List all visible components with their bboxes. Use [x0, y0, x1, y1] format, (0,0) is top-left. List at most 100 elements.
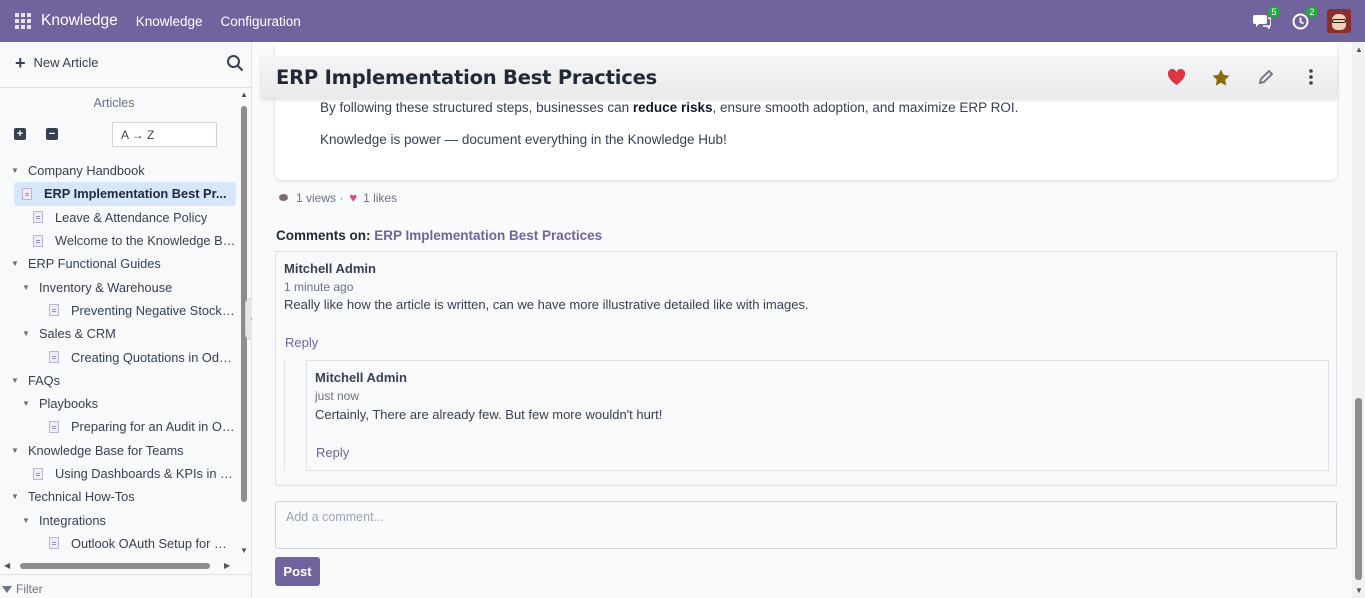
comment-body: Really like how the article is written, …: [284, 297, 809, 312]
new-article-button[interactable]: + New Article: [15, 52, 99, 73]
caret-down-icon[interactable]: ▼: [21, 329, 31, 338]
caret-down-icon[interactable]: ▼: [21, 283, 31, 292]
reply-button[interactable]: Reply: [316, 445, 349, 460]
filter-label: Filter: [16, 582, 43, 596]
tree-article-item[interactable]: Preparing for an Audit in Odoo: [0, 415, 236, 438]
apps-grid-icon[interactable]: [15, 13, 31, 29]
comments-article-link[interactable]: ERP Implementation Best Practices: [374, 228, 602, 243]
menu-knowledge[interactable]: Knowledge: [136, 14, 203, 29]
scroll-right-arrow-icon[interactable]: ▶: [224, 561, 230, 570]
search-icon[interactable]: [226, 54, 244, 72]
favorite-button[interactable]: [1166, 67, 1186, 87]
comment-author: Mitchell Admin: [284, 261, 376, 276]
sidebar-hscroll-thumb[interactable]: [20, 563, 210, 569]
tree-item-label: Knowledge Base for Teams: [28, 442, 184, 458]
sidebar-horizontal-scrollbar[interactable]: ◀ ▶: [0, 559, 238, 573]
tree-item-label: ERP Implementation Best Pr...: [44, 186, 227, 202]
caret-down-icon[interactable]: ▼: [21, 399, 31, 408]
tree-item-label: Using Dashboards & KPIs in O...: [55, 466, 236, 481]
funnel-icon: [2, 585, 12, 593]
top-navbar: Knowledge Knowledge Configuration 5 2: [0, 0, 1365, 42]
scroll-up-arrow-icon[interactable]: ▲: [1355, 45, 1363, 54]
post-button[interactable]: Post: [275, 557, 320, 586]
scroll-left-arrow-icon[interactable]: ◀: [4, 561, 10, 570]
scroll-down-arrow-icon[interactable]: ▼: [1355, 586, 1363, 595]
tree-item-label: Company Handbook: [28, 163, 145, 179]
reply-button[interactable]: Reply: [285, 335, 318, 350]
tree-folder-item[interactable]: ▼ Company Handbook: [0, 159, 236, 182]
bold-text: reduce risks: [632, 100, 713, 115]
comments-heading: Comments on: ERP Implementation Best Pra…: [276, 228, 603, 243]
tree-folder-item[interactable]: ▼ Technical How-Tos: [0, 485, 236, 508]
tree-item-label: Welcome to the Knowledge Base: [55, 233, 236, 249]
pencil-icon: [1258, 69, 1274, 85]
tree-article-item[interactable]: Using Dashboards & KPIs in O...: [0, 462, 236, 485]
activities-count-badge: 2: [1306, 6, 1318, 18]
caret-down-icon[interactable]: ▼: [10, 492, 20, 501]
page-title: ERP Implementation Best Practices: [276, 65, 658, 89]
document-icon: [49, 537, 59, 550]
expand-all-button[interactable]: +: [14, 128, 26, 140]
caret-down-icon[interactable]: ▼: [10, 376, 20, 385]
tree-folder-item[interactable]: ▼ Inventory & Warehouse: [0, 275, 236, 298]
tree-article-item[interactable]: Outlook OAuth Setup for Outg...: [0, 532, 236, 555]
tree-item-label: Playbooks: [39, 396, 99, 412]
main-vertical-scrollbar[interactable]: ▲ ▼: [1352, 42, 1365, 598]
caret-down-icon[interactable]: ▼: [21, 516, 31, 525]
edit-button[interactable]: [1256, 67, 1276, 87]
document-icon: [49, 304, 59, 317]
collapse-all-button[interactable]: −: [46, 128, 58, 140]
tree-item-label: FAQs: [28, 372, 60, 388]
caret-down-icon[interactable]: ▼: [10, 166, 20, 175]
activities-button[interactable]: 2: [1289, 6, 1318, 32]
main-scroll-thumb[interactable]: [1355, 398, 1362, 580]
tree-folder-item[interactable]: ▼ Integrations: [0, 508, 236, 531]
tree-item-label: Inventory & Warehouse: [39, 279, 173, 295]
tree-folder-item[interactable]: ▼ ERP Functional Guides: [0, 252, 236, 275]
comment-input[interactable]: Add a comment...: [275, 501, 1337, 549]
app-title[interactable]: Knowledge: [41, 12, 118, 30]
caret-down-icon[interactable]: ▼: [10, 259, 20, 268]
tree-folder-item[interactable]: ▼ FAQs: [0, 369, 236, 392]
article-closing-paragraph: Knowledge is power — document everything…: [320, 132, 727, 147]
heart-icon: [1167, 68, 1185, 85]
articles-section-title: Articles: [93, 96, 135, 110]
tree-folder-item[interactable]: ▼ Knowledge Base for Teams: [0, 439, 236, 462]
user-avatar[interactable]: [1327, 9, 1351, 33]
star-icon: [1212, 69, 1230, 86]
tree-article-item[interactable]: Creating Quotations in Odoo S...: [0, 345, 236, 368]
caret-down-icon[interactable]: ▼: [10, 446, 20, 455]
tree-article-item[interactable]: ERP Implementation Best Pr...: [14, 182, 236, 206]
messages-button[interactable]: 5: [1251, 6, 1280, 32]
comment-time: 1 minute ago: [284, 280, 354, 294]
tree-article-item[interactable]: Welcome to the Knowledge Base: [0, 229, 236, 252]
document-icon: [33, 211, 43, 224]
scroll-up-arrow-icon[interactable]: ▲: [240, 90, 248, 99]
likes-count: 1 likes: [363, 190, 398, 205]
tree-item-label: Outlook OAuth Setup for Outg...: [71, 535, 236, 551]
sort-select[interactable]: A → Z: [112, 122, 217, 147]
document-icon: [33, 234, 43, 247]
tree-article-item[interactable]: Preventing Negative Stock in P...: [0, 299, 236, 322]
tree-folder-item[interactable]: ▼ Sales & CRM: [0, 322, 236, 345]
filter-bar[interactable]: Filter: [0, 574, 251, 598]
article-main: By following these structured steps, bus…: [252, 42, 1352, 598]
document-icon: [49, 351, 59, 364]
article-header: ERP Implementation Best Practices: [261, 56, 1337, 98]
tree-item-label: Sales & CRM: [39, 326, 116, 342]
tree-item-label: ERP Functional Guides: [28, 256, 161, 272]
tree-folder-item[interactable]: ▼ Playbooks: [0, 392, 236, 415]
plus-icon: +: [15, 52, 26, 73]
vertical-dots-icon: [1309, 69, 1313, 85]
star-button[interactable]: [1211, 67, 1231, 87]
scroll-down-arrow-icon[interactable]: ▼: [240, 546, 248, 555]
more-options-button[interactable]: [1301, 67, 1321, 87]
article-stats: 1 views · ♥ 1 likes: [279, 190, 397, 205]
comment-time: just now: [315, 389, 360, 403]
tree-item-label: Preparing for an Audit in Odoo: [71, 419, 236, 435]
tree-item-label: Creating Quotations in Odoo S...: [71, 349, 236, 365]
tree-item-label: Preventing Negative Stock in P...: [71, 302, 236, 318]
tree-article-item[interactable]: Leave & Attendance Policy: [0, 206, 236, 229]
eye-icon: [279, 194, 288, 201]
menu-configuration[interactable]: Configuration: [221, 14, 301, 29]
